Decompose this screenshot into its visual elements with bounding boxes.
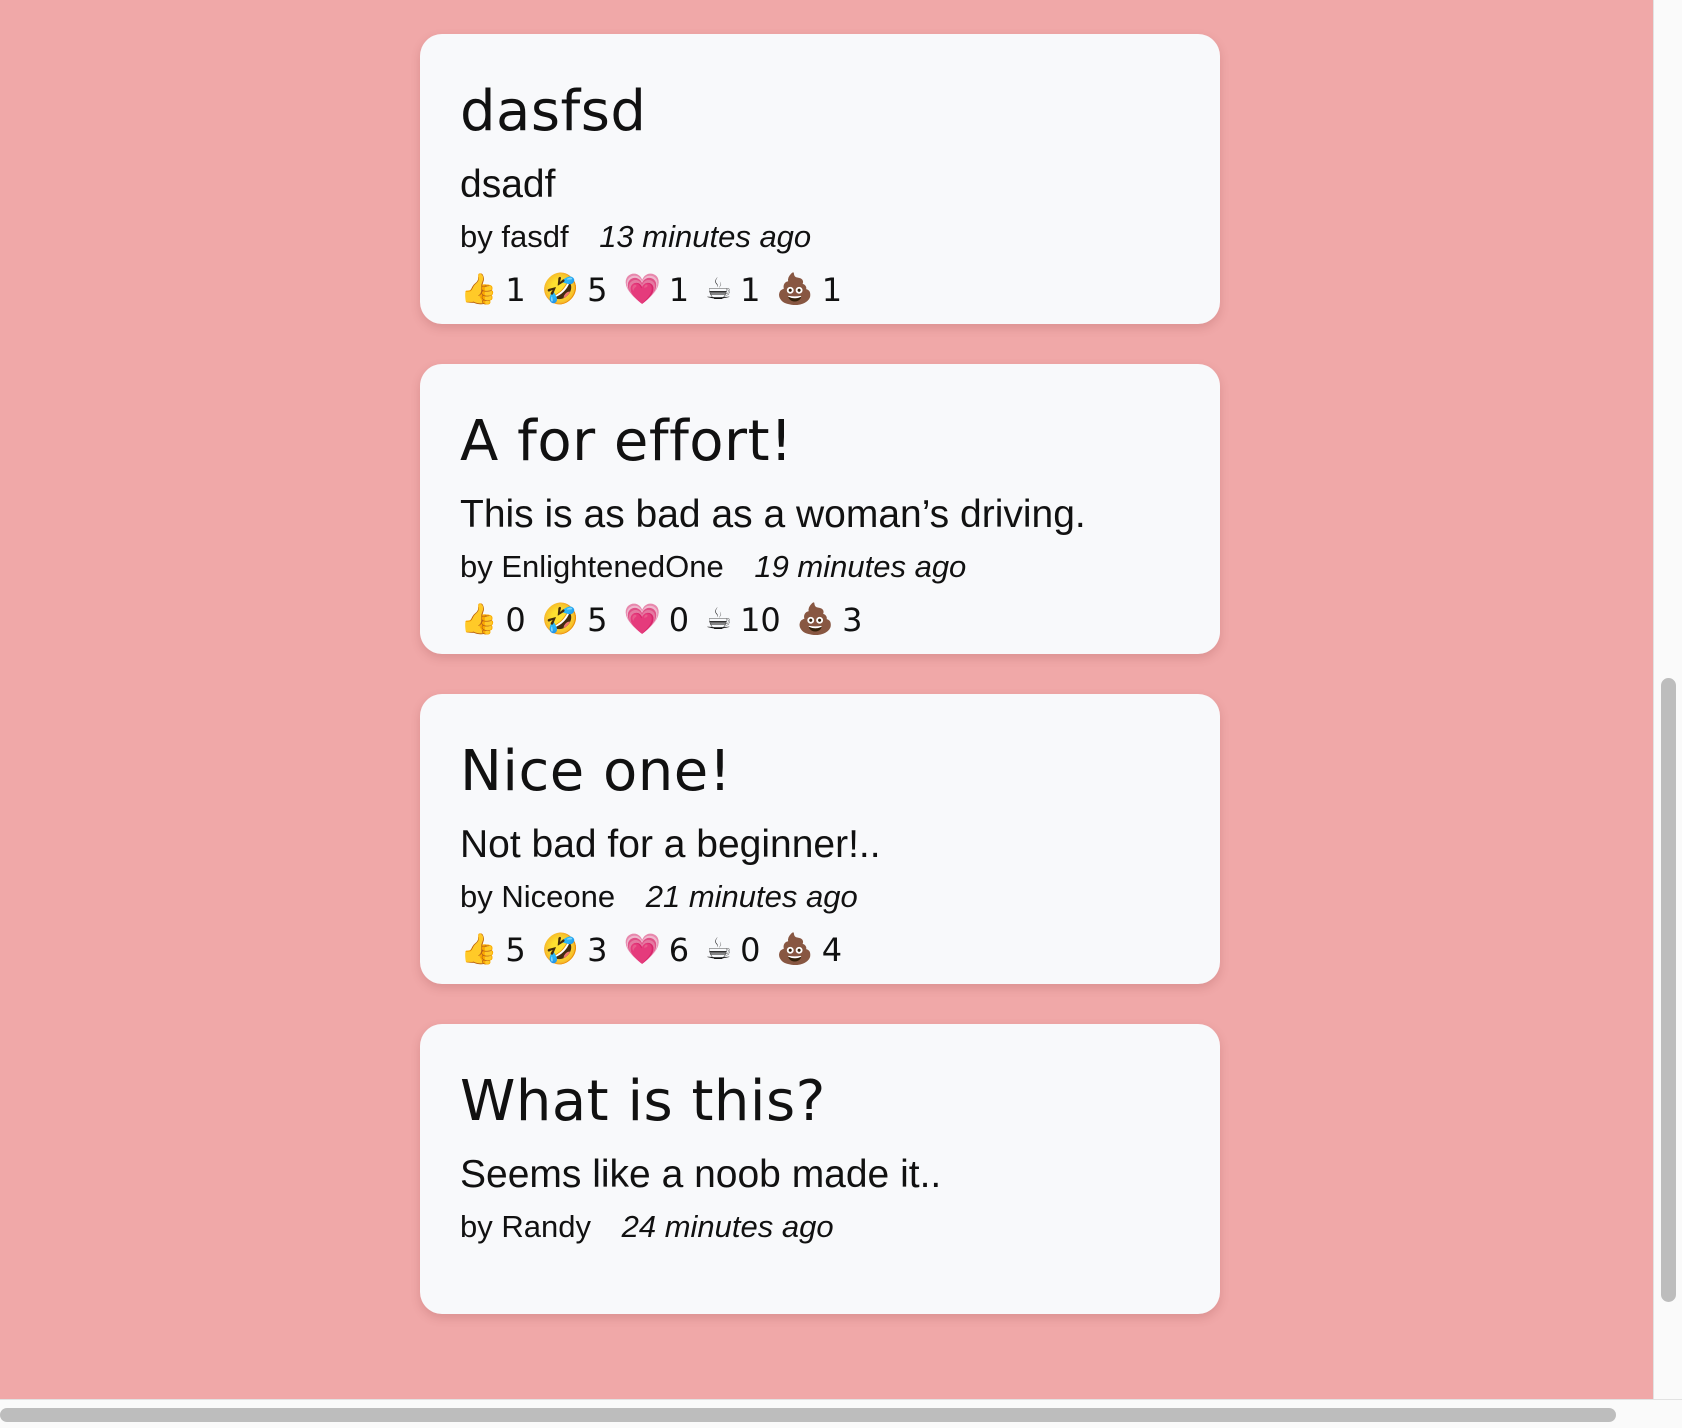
reaction-count: 5 bbox=[587, 271, 608, 310]
horizontal-scrollbar[interactable] bbox=[0, 1399, 1682, 1428]
reaction-bar: 👍 5 🤣 3 💗 6 ☕ 0 💩 4 bbox=[460, 931, 1180, 969]
reaction-count: 0 bbox=[740, 931, 761, 970]
post-meta: by fasdf 13 minutes ago bbox=[460, 217, 1180, 257]
coffee-icon: ☕ bbox=[705, 272, 733, 308]
post-author: by fasdf bbox=[460, 218, 569, 254]
vertical-scrollbar[interactable] bbox=[1653, 0, 1682, 1400]
reaction-count: 5 bbox=[587, 601, 608, 640]
reaction-coffee[interactable]: ☕ 10 bbox=[705, 601, 781, 639]
post-body: Seems like a noob made it.. bbox=[460, 1153, 942, 1196]
post-body: This is as bad as a woman’s driving. bbox=[460, 493, 1086, 536]
thumbs-up-icon: 👍 bbox=[460, 272, 498, 308]
horizontal-scrollbar-thumb[interactable] bbox=[0, 1408, 1616, 1422]
reaction-thumbs-up[interactable]: 👍 1 bbox=[460, 271, 526, 309]
post-card: A for effort! This is as bad as a woman’… bbox=[420, 364, 1220, 654]
poop-icon: 💩 bbox=[796, 602, 835, 638]
post-time: 21 minutes ago bbox=[645, 878, 858, 914]
reaction-bar: 👍 1 🤣 5 💗 1 ☕ 1 💩 1 bbox=[460, 271, 1180, 309]
reaction-thumbs-up[interactable]: 👍 0 bbox=[460, 601, 526, 639]
post-card: Nice one! Not bad for a beginner!.. by N… bbox=[420, 694, 1220, 984]
reaction-count: 1 bbox=[505, 271, 526, 310]
post-body: dsadf bbox=[460, 163, 556, 206]
reaction-coffee[interactable]: ☕ 0 bbox=[705, 931, 760, 969]
reaction-count: 3 bbox=[587, 931, 608, 970]
reaction-heart[interactable]: 💗 1 bbox=[623, 271, 689, 309]
post-meta: by EnlightenedOne 19 minutes ago bbox=[460, 547, 1180, 587]
post-title: What is this? bbox=[460, 1069, 826, 1134]
thumbs-up-icon: 👍 bbox=[460, 932, 498, 968]
reaction-count: 3 bbox=[842, 601, 863, 640]
rofl-icon: 🤣 bbox=[541, 932, 580, 968]
post-author: by Niceone bbox=[460, 878, 616, 914]
post-title: Nice one! bbox=[460, 739, 732, 804]
reaction-poop[interactable]: 💩 1 bbox=[776, 271, 842, 309]
reaction-count: 5 bbox=[505, 931, 526, 970]
post-meta: by Niceone 21 minutes ago bbox=[460, 877, 1180, 917]
reaction-count: 0 bbox=[505, 601, 526, 640]
post-body: Not bad for a beginner!.. bbox=[460, 823, 881, 866]
post-author: by EnlightenedOne bbox=[460, 548, 724, 584]
post-author: by Randy bbox=[460, 1208, 591, 1244]
rofl-icon: 🤣 bbox=[541, 272, 580, 308]
reaction-count: 1 bbox=[740, 271, 761, 310]
heart-icon: 💗 bbox=[623, 272, 661, 308]
post-feed: dasfsd dsadf by fasdf 13 minutes ago 👍 1 … bbox=[420, 34, 1220, 1354]
coffee-icon: ☕ bbox=[705, 602, 733, 638]
heart-icon: 💗 bbox=[623, 602, 661, 638]
reaction-count: 1 bbox=[821, 271, 843, 310]
reaction-poop[interactable]: 💩 4 bbox=[776, 931, 842, 969]
poop-icon: 💩 bbox=[776, 932, 814, 968]
reaction-thumbs-up[interactable]: 👍 5 bbox=[460, 931, 526, 969]
reaction-rofl[interactable]: 🤣 5 bbox=[542, 601, 608, 639]
reaction-count: 1 bbox=[668, 271, 690, 310]
post-time: 19 minutes ago bbox=[754, 548, 967, 584]
reaction-count: 4 bbox=[821, 931, 843, 970]
post-time: 13 minutes ago bbox=[599, 218, 812, 254]
post-time: 24 minutes ago bbox=[621, 1208, 834, 1244]
poop-icon: 💩 bbox=[776, 272, 814, 308]
reaction-count: 10 bbox=[740, 601, 781, 640]
post-title: A for effort! bbox=[460, 409, 793, 474]
reaction-rofl[interactable]: 🤣 5 bbox=[542, 271, 608, 309]
heart-icon: 💗 bbox=[623, 932, 661, 968]
reaction-rofl[interactable]: 🤣 3 bbox=[542, 931, 608, 969]
reaction-coffee[interactable]: ☕ 1 bbox=[705, 271, 760, 309]
reaction-heart[interactable]: 💗 6 bbox=[623, 931, 689, 969]
rofl-icon: 🤣 bbox=[541, 602, 580, 638]
reaction-count: 0 bbox=[668, 601, 690, 640]
reaction-bar: 👍 0 🤣 5 💗 0 ☕ 10 💩 3 bbox=[460, 601, 1180, 639]
reaction-count: 6 bbox=[668, 931, 690, 970]
thumbs-up-icon: 👍 bbox=[460, 602, 498, 638]
post-card: dasfsd dsadf by fasdf 13 minutes ago 👍 1 … bbox=[420, 34, 1220, 324]
post-card: What is this? Seems like a noob made it.… bbox=[420, 1024, 1220, 1314]
post-meta: by Randy 24 minutes ago bbox=[460, 1207, 1180, 1247]
vertical-scrollbar-thumb[interactable] bbox=[1661, 678, 1676, 1302]
reaction-poop[interactable]: 💩 3 bbox=[797, 601, 863, 639]
reaction-heart[interactable]: 💗 0 bbox=[623, 601, 689, 639]
coffee-icon: ☕ bbox=[705, 932, 733, 968]
post-title: dasfsd bbox=[460, 79, 647, 144]
